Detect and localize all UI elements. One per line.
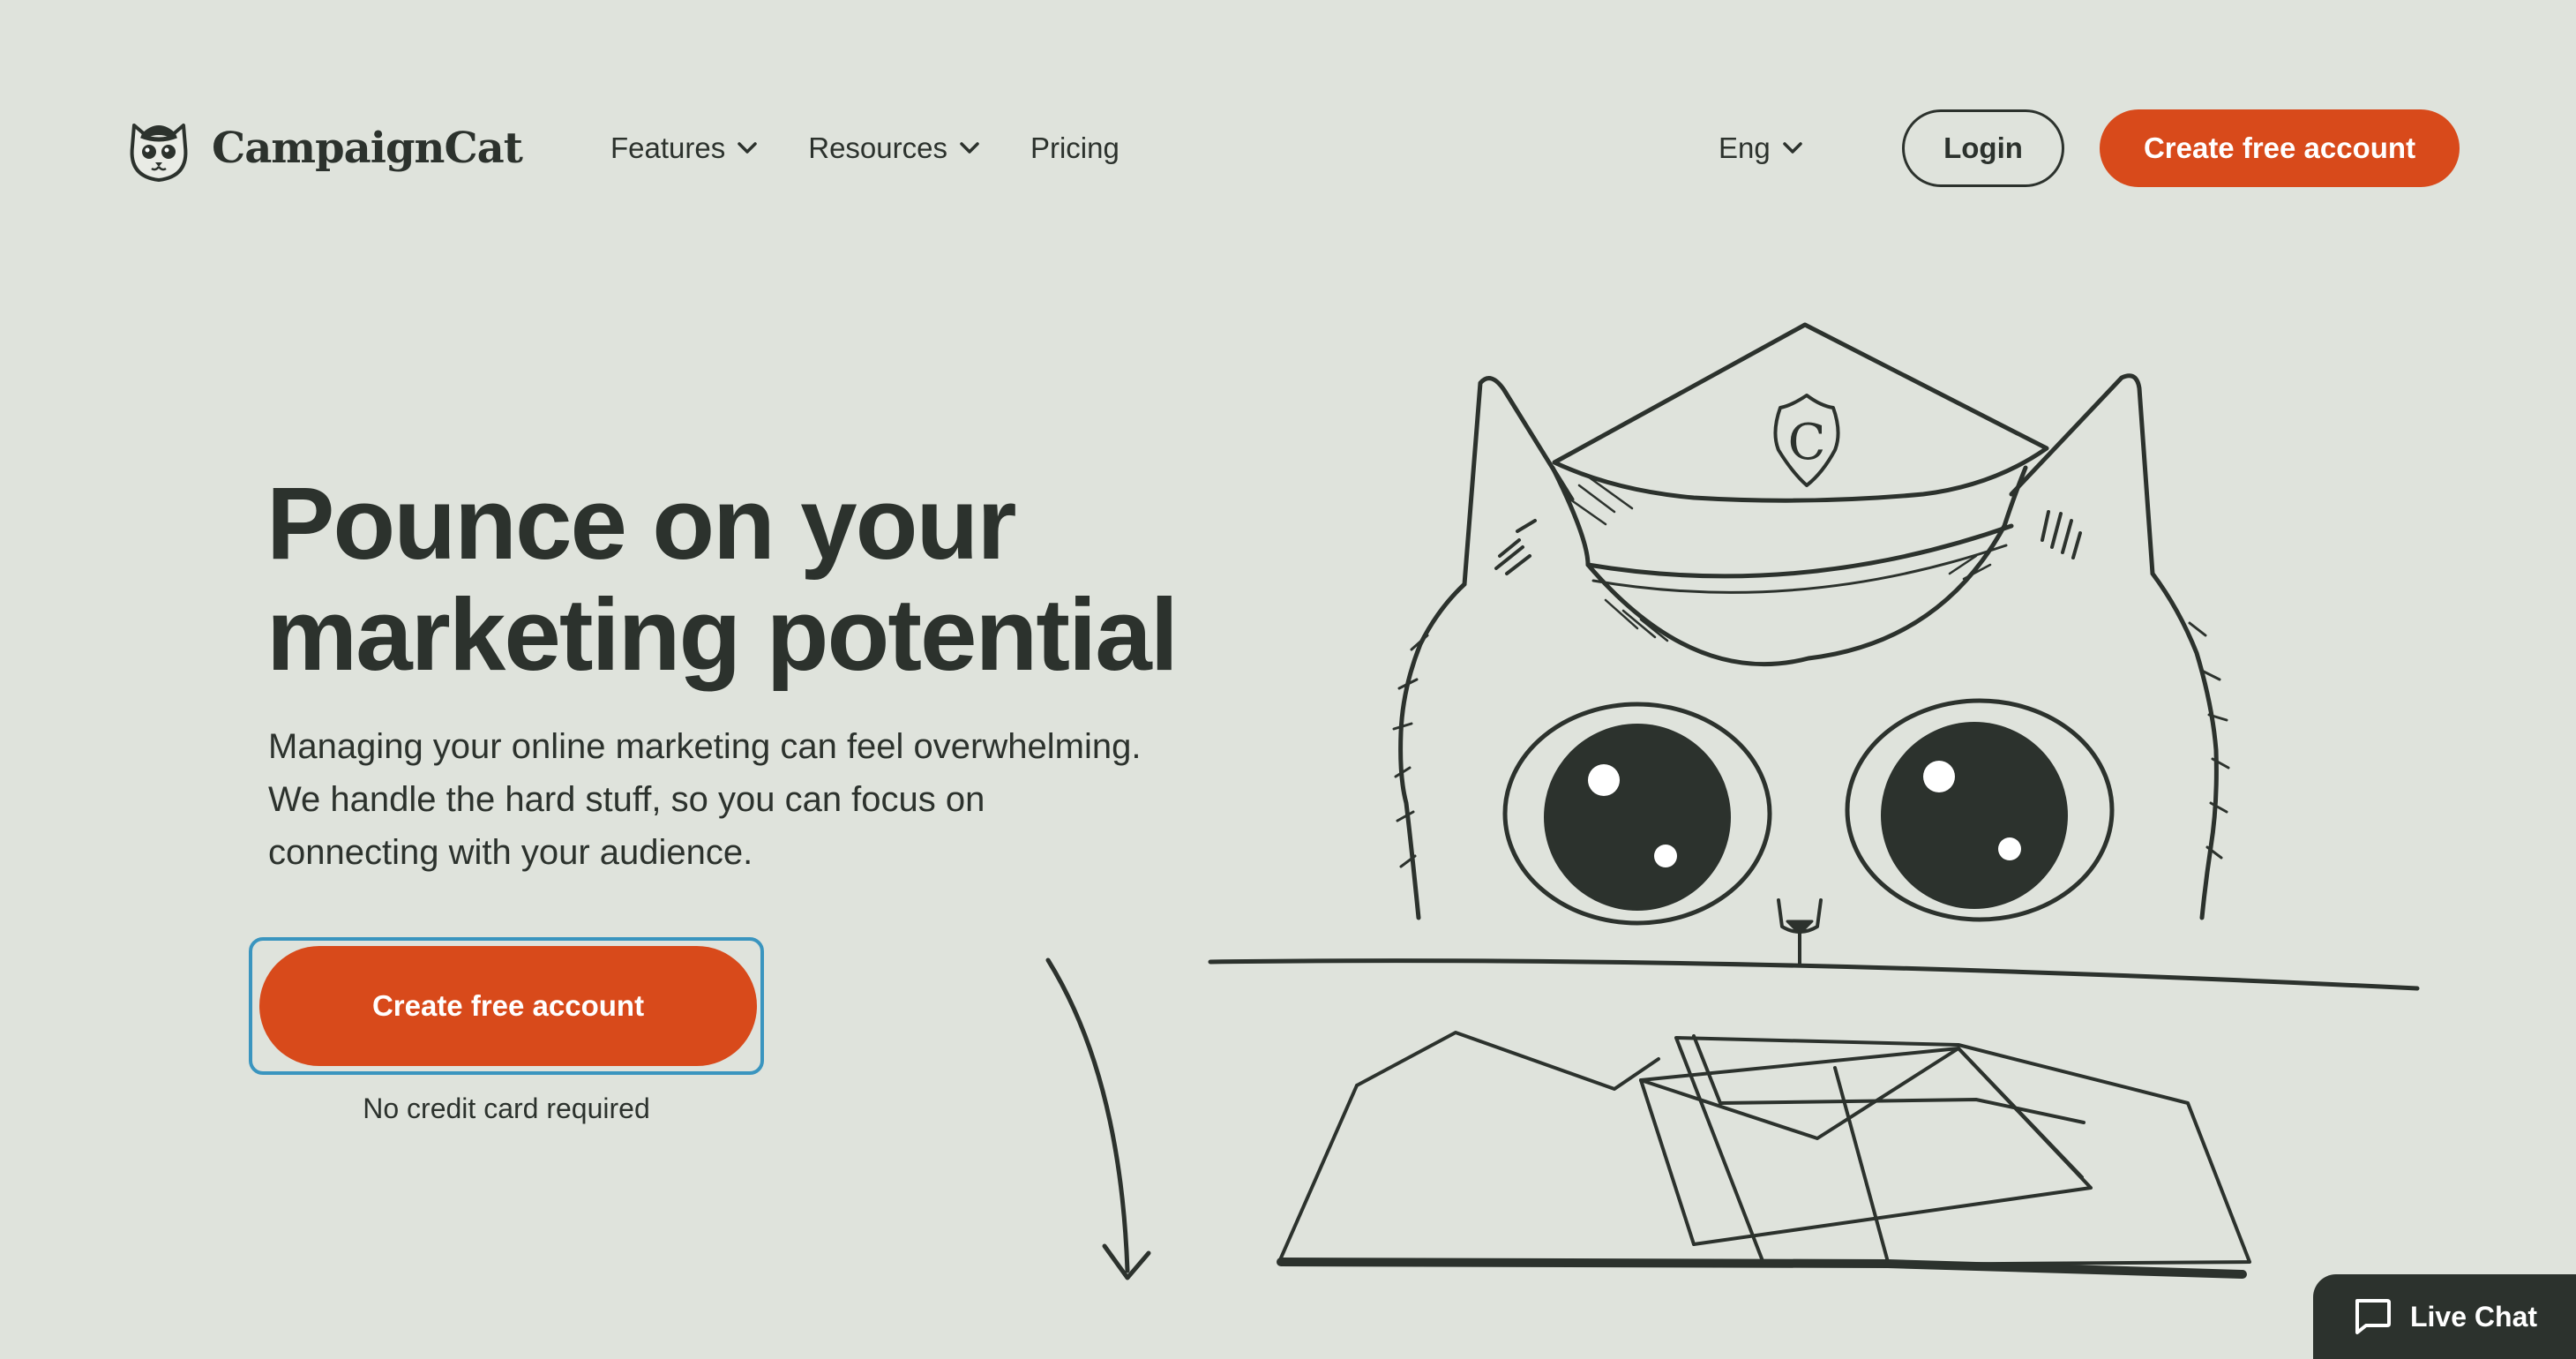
hat-badge-letter: C	[1788, 414, 1826, 471]
create-account-button-hero[interactable]: Create free account	[259, 946, 757, 1066]
create-account-button-header[interactable]: Create free account	[2100, 109, 2460, 187]
brand-logo[interactable]: CampaignCat	[122, 111, 523, 185]
live-chat-button[interactable]: Live Chat	[2313, 1274, 2576, 1359]
hero-description-line: connecting with your audience.	[268, 833, 753, 872]
arrow-down-doodle-icon	[1045, 957, 1151, 1280]
chevron-down-icon	[960, 142, 979, 154]
hero-description-line: Managing your online marketing can feel …	[268, 727, 1142, 766]
language-label: Eng	[1719, 131, 1771, 164]
nav-item-resources[interactable]: Resources	[808, 131, 979, 165]
chevron-down-icon	[1782, 142, 1802, 154]
landing-page: CampaignCat Features Resources Pricing E…	[0, 0, 2576, 1359]
language-selector[interactable]: Eng	[1719, 122, 1802, 175]
cta-note: No credit card required	[363, 1092, 650, 1124]
hero-title: Pounce on your marketing potential	[266, 468, 1325, 690]
nav-item-label: Pricing	[1030, 131, 1120, 164]
login-button[interactable]: Login	[1902, 109, 2064, 187]
hero-title-line: marketing potential	[266, 577, 1179, 692]
hero-description-line: We handle the hard stuff, so you can foc…	[268, 780, 985, 819]
nav-item-pricing[interactable]: Pricing	[1030, 131, 1120, 165]
nav-item-label: Resources	[808, 131, 947, 164]
chevron-down-icon	[738, 142, 757, 154]
brand-name: CampaignCat	[212, 124, 523, 173]
cat-postman-icon	[130, 124, 188, 182]
hero-description: Managing your online marketing can feel …	[268, 720, 1274, 879]
hero-title-line: Pounce on your	[266, 466, 1017, 581]
chat-bubble-icon	[2355, 1299, 2391, 1334]
nav-item-label: Features	[610, 131, 726, 164]
live-chat-label: Live Chat	[2409, 1300, 2538, 1333]
main-nav: Features Resources Pricing	[610, 122, 1171, 175]
cat-postman-illustration: C	[1208, 322, 2420, 1279]
nav-item-features[interactable]: Features	[610, 131, 757, 165]
